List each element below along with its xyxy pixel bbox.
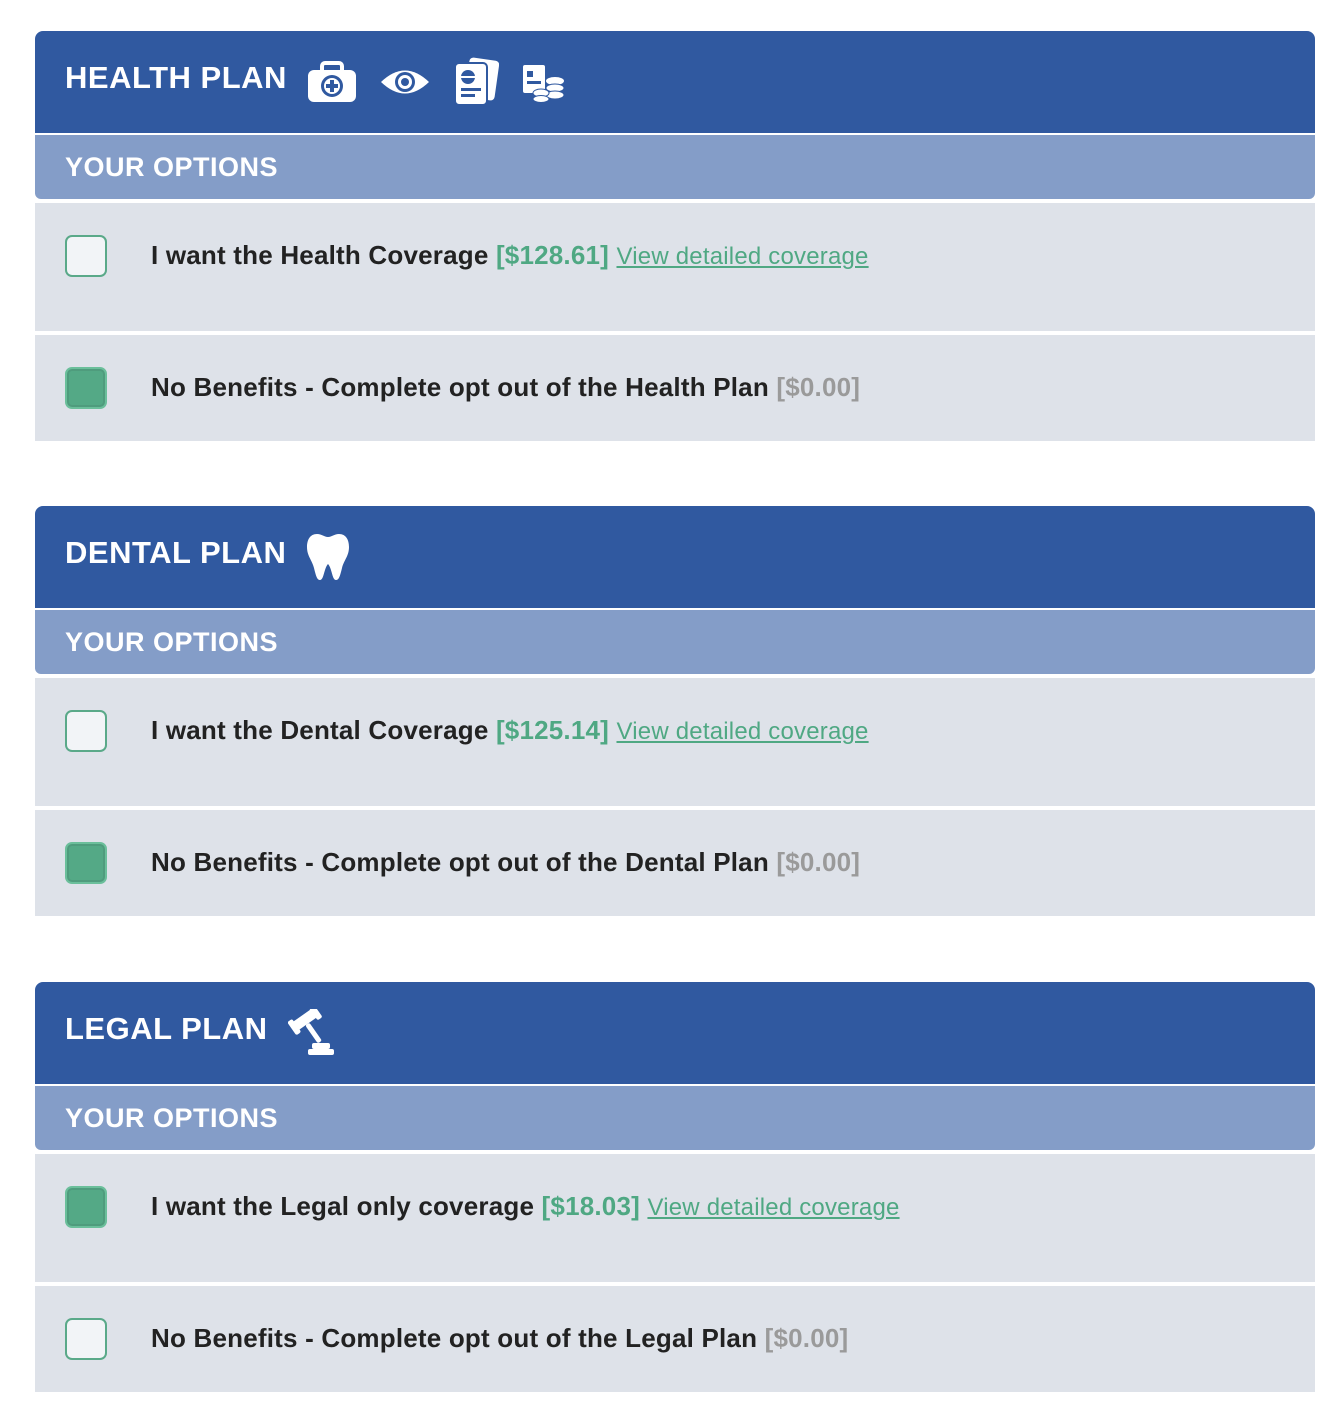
option-row-health-coverage[interactable]: I want the Health Coverage [$128.61] Vie…	[35, 203, 1315, 331]
checkbox-health-opt-out[interactable]	[65, 367, 107, 409]
tooth-icon	[306, 532, 350, 582]
option-text: I want the Dental Coverage	[151, 715, 489, 745]
price: [$18.03]	[541, 1191, 640, 1221]
plan-icons	[287, 1004, 338, 1057]
money-icon	[521, 61, 567, 103]
option-row-dental-coverage[interactable]: I want the Dental Coverage [$125.14] Vie…	[35, 678, 1315, 806]
option-text: No Benefits - Complete opt out of the Le…	[151, 1323, 758, 1353]
option-row-dental-opt-out[interactable]: No Benefits - Complete opt out of the De…	[35, 810, 1315, 916]
checkbox-legal-opt-out[interactable]	[65, 1318, 107, 1360]
price: [$0.00]	[776, 372, 861, 402]
options-bar: YOUR OPTIONS	[35, 610, 1315, 674]
option-label: I want the Legal only coverage [$18.03] …	[151, 1191, 900, 1222]
eye-icon	[379, 65, 431, 99]
plan-title: LEGAL PLAN	[65, 1011, 268, 1046]
checkbox-legal-coverage[interactable]	[65, 1186, 107, 1228]
view-detailed-coverage-link[interactable]: View detailed coverage	[616, 718, 868, 745]
plan-icons	[307, 57, 567, 107]
option-label: No Benefits - Complete opt out of the He…	[151, 372, 860, 403]
option-text: I want the Legal only coverage	[151, 1191, 535, 1221]
option-text: No Benefits - Complete opt out of the De…	[151, 847, 769, 877]
option-text: No Benefits - Complete opt out of the He…	[151, 372, 769, 402]
option-text: I want the Health Coverage	[151, 240, 489, 270]
view-detailed-coverage-link[interactable]: View detailed coverage	[616, 243, 868, 270]
option-row-health-opt-out[interactable]: No Benefits - Complete opt out of the He…	[35, 335, 1315, 441]
price: [$125.14]	[495, 715, 610, 745]
options-bar: YOUR OPTIONS	[35, 1086, 1315, 1150]
dental-plan-header: DENTAL PLAN	[35, 506, 1315, 610]
medical-kit-icon	[307, 61, 357, 103]
option-row-legal-opt-out[interactable]: No Benefits - Complete opt out of the Le…	[35, 1286, 1315, 1392]
price: [$0.00]	[764, 1323, 849, 1353]
checkbox-health-coverage[interactable]	[65, 235, 107, 277]
options-label: YOUR OPTIONS	[65, 626, 279, 657]
legal-plan-section: LEGAL PLAN YOUR OPTIONS I want the Legal…	[35, 982, 1315, 1396]
options-label: YOUR OPTIONS	[65, 151, 279, 182]
health-plan-header: HEALTH PLAN	[35, 31, 1315, 135]
checkbox-dental-opt-out[interactable]	[65, 842, 107, 884]
options-label: YOUR OPTIONS	[65, 1102, 279, 1133]
dental-plan-section: DENTAL PLAN YOUR OPTIONS I want the Dent…	[35, 506, 1315, 920]
id-card-icon	[453, 57, 500, 107]
option-row-legal-coverage[interactable]: I want the Legal only coverage [$18.03] …	[35, 1154, 1315, 1282]
option-label: I want the Dental Coverage [$125.14] Vie…	[151, 715, 869, 746]
checkbox-dental-coverage[interactable]	[65, 710, 107, 752]
options-bar: YOUR OPTIONS	[35, 135, 1315, 199]
option-label: No Benefits - Complete opt out of the Le…	[151, 1323, 848, 1354]
legal-plan-header: LEGAL PLAN	[35, 982, 1315, 1086]
gavel-icon	[287, 1004, 338, 1057]
plan-icons	[306, 532, 350, 582]
health-plan-section: HEALTH PLAN YOUR OPTIONS I want the Heal…	[35, 31, 1315, 445]
option-label: No Benefits - Complete opt out of the De…	[151, 847, 860, 878]
price: [$0.00]	[776, 847, 861, 877]
option-label: I want the Health Coverage [$128.61] Vie…	[151, 240, 869, 271]
price: [$128.61]	[495, 240, 610, 270]
plan-title: HEALTH PLAN	[65, 60, 287, 95]
view-detailed-coverage-link[interactable]: View detailed coverage	[647, 1194, 899, 1221]
plan-title: DENTAL PLAN	[65, 535, 287, 570]
